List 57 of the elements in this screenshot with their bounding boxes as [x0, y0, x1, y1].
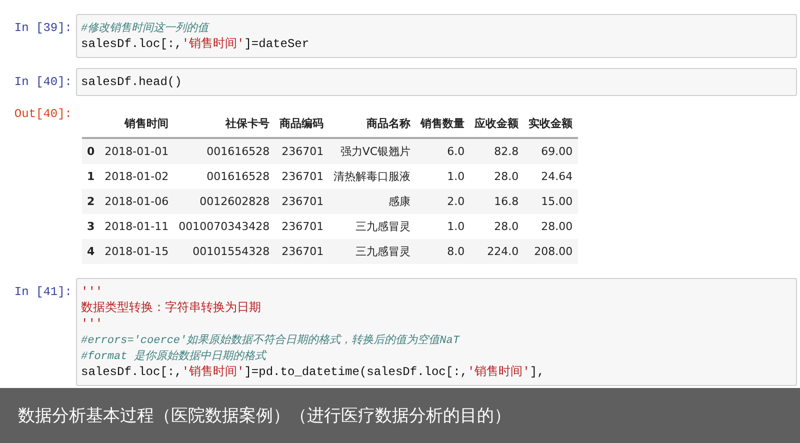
- table-cell: 00101554328: [174, 239, 275, 264]
- input-prompt: In [40]:: [13, 74, 73, 90]
- table-cell: 2018-01-06: [100, 189, 174, 214]
- table-cell: 强力VC银翘片: [328, 138, 416, 164]
- code-cell[interactable]: ''' 数据类型转换：字符串转换为日期 ''' #errors='coerce'如果原始数据不符合日期的格式，转换后的值为空值NaT #format 是你原始数据中日期的格式 salesDf.loc[:,'销售时间']=pd.to_datetime(salesDf.loc[:,'销售时间'],: [76, 278, 797, 386]
- code-cell[interactable]: salesDf.head(): [76, 68, 797, 96]
- row-index: 4: [82, 239, 100, 264]
- table-cell: 15.00: [524, 189, 578, 214]
- table-cell: 清热解毒口服液: [328, 164, 416, 189]
- code-comment: #修改销售时间这一列的值: [81, 20, 210, 36]
- code-comment: #errors='coerce'如果原始数据不符合日期的格式，转换后的值为空值NaT: [81, 332, 461, 348]
- output-prompt: Out[40]:: [13, 106, 73, 122]
- code-line: 数据类型转换：字符串转换为日期: [81, 300, 262, 316]
- code-cell[interactable]: #修改销售时间这一列的值 salesDf.loc[:,'销售时间']=dateSer: [76, 14, 797, 58]
- row-index: 0: [82, 138, 100, 164]
- table-cell: 28.00: [524, 214, 578, 239]
- table-cell: 236701: [274, 214, 329, 239]
- table-cell: 28.0: [470, 164, 524, 189]
- code-line: salesDf.loc[:,'销售时间']=pd.to_datetime(salesDf.loc[:,'销售时间'],: [81, 364, 546, 380]
- code-line: ''': [81, 316, 104, 332]
- table-cell: 001616528: [174, 138, 275, 164]
- table-cell: 1.0: [416, 214, 470, 239]
- input-prompt: In [41]:: [13, 284, 73, 300]
- table-cell: 0010070343428: [174, 214, 275, 239]
- table-cell: 16.8: [470, 189, 524, 214]
- row-index: 3: [82, 214, 100, 239]
- table-cell: 236701: [274, 138, 329, 164]
- table-cell: 28.0: [470, 214, 524, 239]
- table-cell: 236701: [274, 164, 329, 189]
- table-cell: 236701: [274, 239, 329, 264]
- code-line: salesDf.head(): [81, 74, 183, 90]
- table-cell: 三九感冒灵: [328, 239, 416, 264]
- table-cell: 2018-01-11: [100, 214, 174, 239]
- table-cell: 224.0: [470, 239, 524, 264]
- table-cell: 001616528: [174, 164, 275, 189]
- subtitle-text: 数据分析基本过程（医院数据案例）（进行医疗数据分析的目的）: [18, 405, 511, 427]
- code-line: salesDf.loc[:,'销售时间']=dateSer: [81, 36, 310, 52]
- code-line: ''': [81, 284, 104, 300]
- table-cell: 69.00: [524, 138, 578, 164]
- table-cell: 0012602828: [174, 189, 275, 214]
- table-cell: 236701: [274, 189, 329, 214]
- row-index: 1: [82, 164, 100, 189]
- table-cell: 感康: [328, 189, 416, 214]
- table-cell: 2.0: [416, 189, 470, 214]
- table-cell: 2018-01-01: [100, 138, 174, 164]
- table-cell: 8.0: [416, 239, 470, 264]
- table-cell: 6.0: [416, 138, 470, 164]
- table-cell: 24.64: [524, 164, 578, 189]
- input-prompt: In [39]:: [13, 20, 73, 36]
- table-cell: 2018-01-15: [100, 239, 174, 264]
- code-comment: #format 是你原始数据中日期的格式: [81, 349, 268, 364]
- table-cell: 1.0: [416, 164, 470, 189]
- table-cell: 2018-01-02: [100, 164, 174, 189]
- table-cell: 三九感冒灵: [328, 214, 416, 239]
- table-cell: 208.00: [524, 239, 578, 264]
- table-cell: 82.8: [470, 138, 524, 164]
- row-index: 2: [82, 189, 100, 214]
